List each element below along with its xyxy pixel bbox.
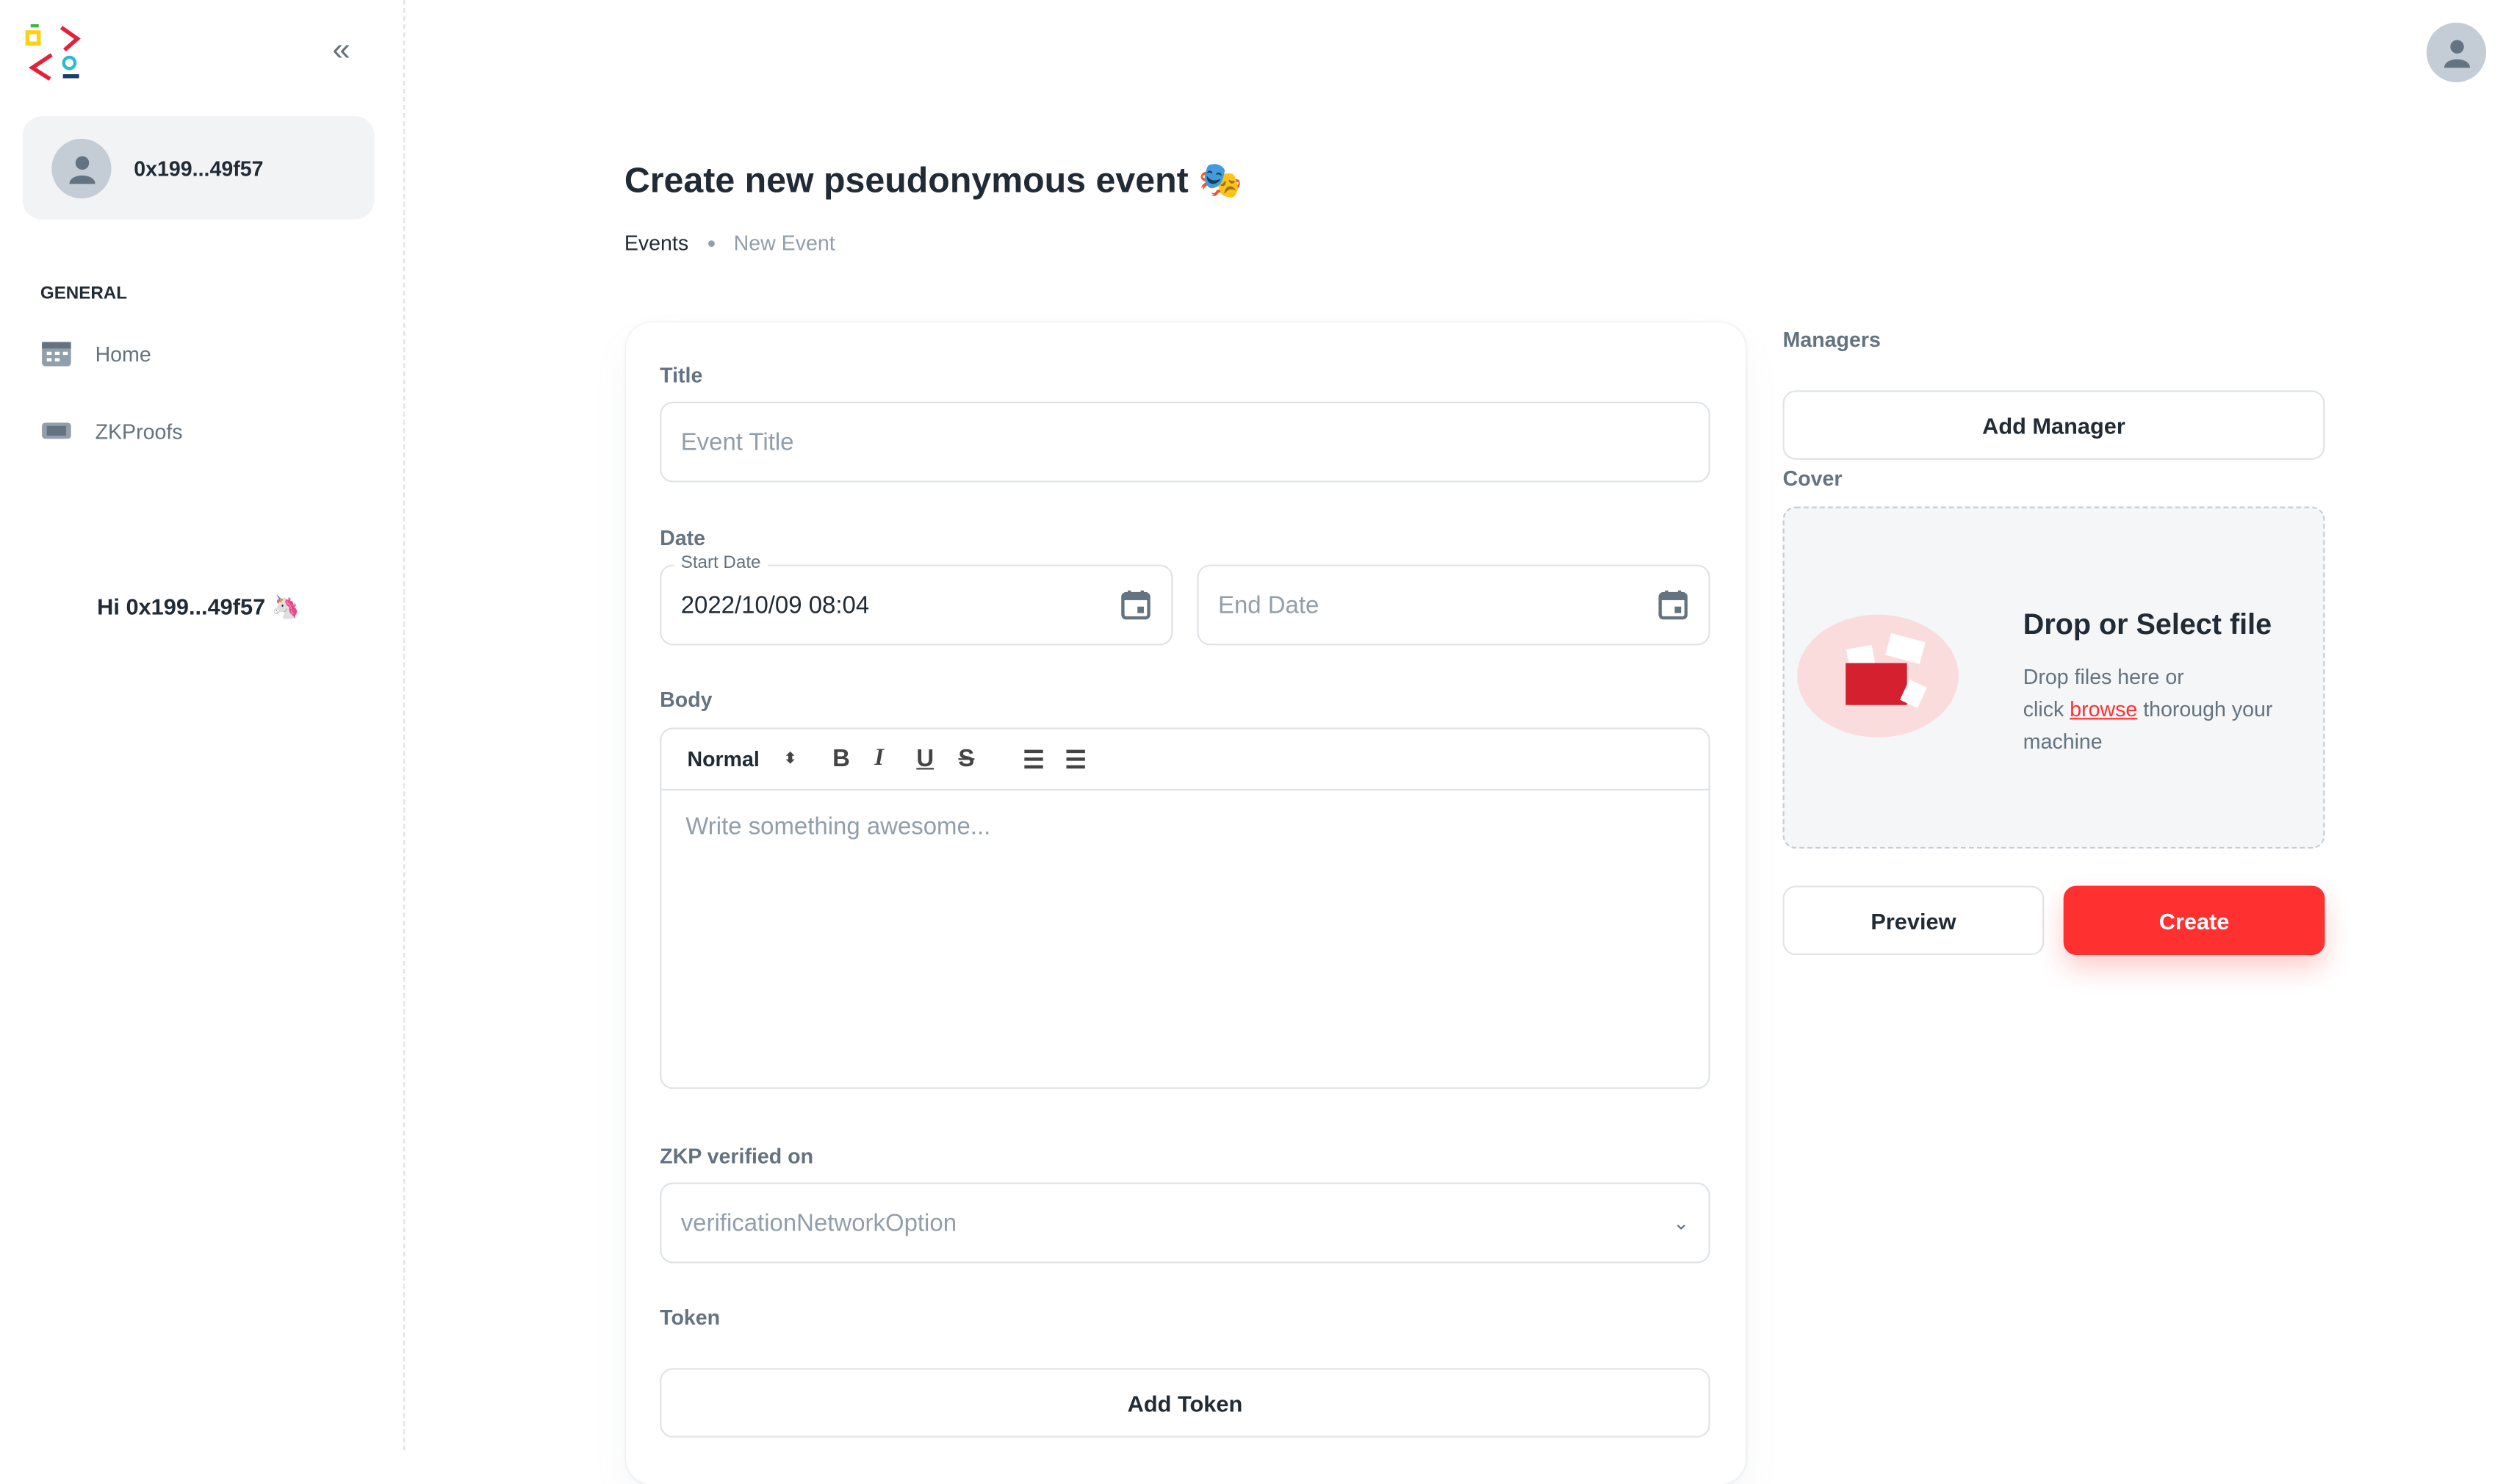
cover-dropzone[interactable]: Drop or Select file Drop files here or c… [1782, 506, 2325, 849]
title-input[interactable]: Event Title [660, 401, 1710, 483]
sidebar-item-zkproofs[interactable]: ZKProofs [40, 417, 183, 446]
title-label: Title [660, 363, 703, 388]
breadcrumb: Events New Event [624, 231, 835, 255]
account-card[interactable]: 0x199...49f57 [22, 116, 375, 220]
avatar [51, 138, 112, 199]
end-date-input[interactable]: End Date [1197, 564, 1710, 646]
add-manager-button[interactable]: Add Manager [1782, 390, 2325, 460]
account-avatar-button[interactable] [2426, 22, 2487, 82]
ordered-list-icon[interactable]: ☰ [1023, 744, 1065, 774]
chevron-down-icon: ⌄ [1673, 1211, 1690, 1234]
breadcrumb-events[interactable]: Events [624, 231, 688, 255]
dropzone-line1: Drop files here or [2023, 664, 2184, 689]
strikethrough-icon[interactable]: S [958, 746, 1023, 773]
user-icon [2443, 39, 2469, 68]
dropzone-description: Drop files here or click browse thorough… [2023, 661, 2313, 758]
italic-icon[interactable]: I [874, 746, 916, 773]
token-label: Token [660, 1305, 721, 1330]
managers-label: Managers [1782, 327, 1881, 352]
dropzone-click: click [2023, 696, 2070, 721]
zkp-label: ZKP verified on [660, 1143, 814, 1168]
add-token-button[interactable]: Add Token [660, 1368, 1710, 1438]
start-date-input[interactable]: 2022/10/09 08:04 [660, 564, 1173, 646]
upload-folder-illustration [1797, 614, 1959, 738]
cover-label: Cover [1782, 466, 1843, 491]
body-editor: Normal ⬍ B I U S ☰ ☰ Write something awe… [660, 727, 1710, 1089]
account-address: 0x199...49f57 [134, 156, 264, 181]
start-date-value: 2022/10/09 08:04 [680, 591, 870, 619]
section-general: GENERAL [40, 284, 128, 303]
browse-link[interactable]: browse [2070, 697, 2137, 721]
format-select[interactable]: Normal [687, 747, 784, 771]
sidebar-item-label: ZKProofs [95, 418, 183, 443]
start-date-label: Start Date [674, 553, 768, 573]
end-date-placeholder: End Date [1217, 591, 1319, 619]
sidebar: « 0x199...49f57 GENERAL Home ZKProofs Hi… [0, 0, 406, 1451]
editor-toolbar: Normal ⬍ B I U S ☰ ☰ [661, 730, 1709, 791]
bold-icon[interactable]: B [832, 746, 874, 773]
body-textarea[interactable]: Write something awesome... [661, 790, 1708, 1087]
zkp-network-value: verificationNetworkOption [680, 1209, 957, 1237]
breadcrumb-current: New Event [733, 231, 835, 255]
title-placeholder: Event Title [680, 428, 794, 456]
sidebar-item-home[interactable]: Home [40, 339, 151, 368]
calendar-icon[interactable] [1120, 589, 1152, 622]
breadcrumb-separator [707, 239, 715, 246]
preview-button[interactable]: Preview [1782, 885, 2045, 956]
dropzone-title: Drop or Select file [2023, 608, 2272, 641]
ticket-icon [42, 422, 71, 439]
logo [25, 24, 81, 81]
date-label: Date [660, 525, 706, 550]
greeting: Hi 0x199...49f57 🦄 [97, 594, 300, 620]
format-select-arrows-icon[interactable]: ⬍ [784, 750, 832, 768]
underline-icon[interactable]: U [916, 746, 958, 773]
collapse-sidebar-icon[interactable]: « [332, 32, 350, 70]
dropzone-text: Drop or Select file Drop files here or c… [2023, 608, 2313, 758]
user-icon [68, 155, 95, 184]
page-title: Create new pseudonymous event 🎭 [624, 159, 1243, 201]
create-button[interactable]: Create [2063, 885, 2325, 956]
calendar-icon [42, 342, 71, 367]
bullet-list-icon[interactable]: ☰ [1065, 744, 1106, 774]
body-label: Body [660, 687, 713, 712]
zkp-network-select[interactable]: verificationNetworkOption ⌄ [660, 1182, 1710, 1264]
sidebar-item-label: Home [95, 341, 151, 366]
calendar-icon[interactable] [1657, 589, 1689, 622]
